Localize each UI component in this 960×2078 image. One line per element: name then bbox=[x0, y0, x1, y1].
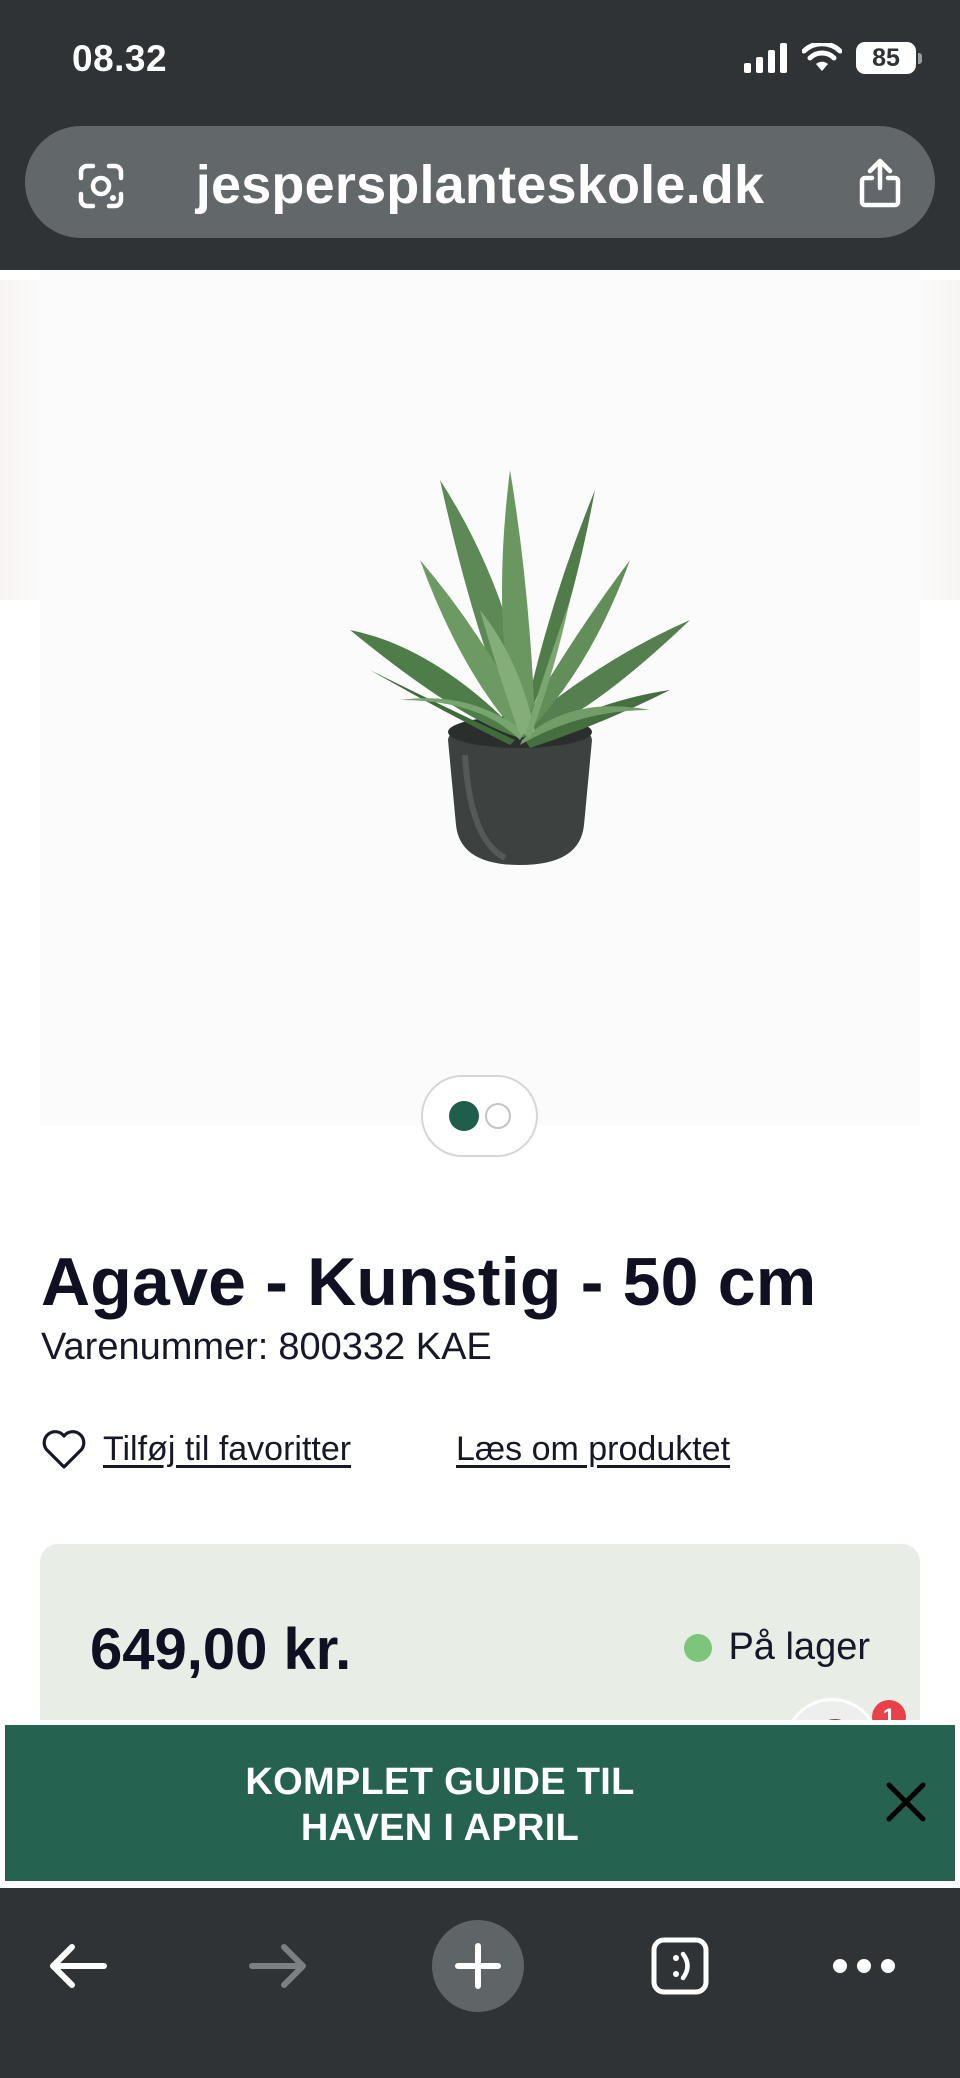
close-icon[interactable] bbox=[881, 1777, 931, 1827]
heart-icon bbox=[42, 1430, 86, 1469]
forward-arrow-icon bbox=[249, 1944, 306, 1988]
promo-banner[interactable]: KOMPLET GUIDE TIL HAVEN I APRIL bbox=[0, 1720, 960, 1888]
signal-icon bbox=[744, 43, 787, 73]
product-title: Agave - Kunstig - 50 cm bbox=[41, 1244, 817, 1320]
browser-top-chrome: 08.32 85 jespersplanteskole.dk bbox=[0, 0, 960, 270]
promo-line-2: HAVEN I APRIL bbox=[300, 1807, 580, 1849]
product-image-agave bbox=[350, 470, 690, 865]
promo-line-1: KOMPLET GUIDE TIL bbox=[245, 1761, 635, 1803]
stock-indicator-dot bbox=[684, 1633, 713, 1662]
tabs-icon bbox=[651, 1937, 709, 1995]
gallery-dot-active[interactable] bbox=[448, 1101, 479, 1131]
more-options-button[interactable] bbox=[816, 1918, 912, 2014]
read-about-product-link[interactable]: Læs om produktet bbox=[456, 1430, 730, 1469]
new-tab-button[interactable] bbox=[432, 1920, 524, 2012]
product-sku: Varenummer: 800332 KAE bbox=[41, 1326, 492, 1369]
promo-banner-inner[interactable]: KOMPLET GUIDE TIL HAVEN I APRIL bbox=[5, 1725, 955, 1881]
sku-value: 800332 KAE bbox=[278, 1326, 492, 1368]
product-image-frame[interactable] bbox=[40, 270, 920, 1125]
wifi-icon bbox=[802, 43, 842, 71]
sku-label: Varenummer: bbox=[41, 1326, 269, 1368]
browser-bottom-toolbar bbox=[0, 1888, 960, 2078]
gallery-edge-left bbox=[0, 280, 40, 600]
gallery-dot[interactable] bbox=[484, 1103, 511, 1129]
plus-icon bbox=[455, 1943, 501, 1989]
back-button[interactable] bbox=[30, 1918, 126, 2014]
status-icons: 85 bbox=[744, 42, 922, 74]
product-price: 649,00 kr. bbox=[90, 1617, 352, 1682]
share-icon[interactable] bbox=[857, 158, 903, 208]
url-text[interactable]: jespersplanteskole.dk bbox=[25, 154, 935, 216]
add-to-favorites-link[interactable]: Tilføj til favoritter bbox=[41, 1428, 351, 1470]
tabs-button[interactable] bbox=[632, 1918, 728, 2014]
more-icon bbox=[833, 1959, 895, 1973]
forward-button[interactable] bbox=[230, 1918, 326, 2014]
gallery-pagination bbox=[421, 1075, 538, 1157]
stock-status: På lager bbox=[684, 1626, 870, 1669]
battery-indicator: 85 bbox=[856, 42, 922, 74]
promo-text[interactable]: KOMPLET GUIDE TIL HAVEN I APRIL bbox=[5, 1759, 875, 1851]
back-arrow-icon bbox=[50, 1944, 107, 1988]
address-bar[interactable]: jespersplanteskole.dk bbox=[25, 126, 935, 238]
favorites-label[interactable]: Tilføj til favoritter bbox=[103, 1430, 351, 1469]
product-gallery[interactable] bbox=[0, 270, 960, 1150]
gallery-edge-right bbox=[920, 280, 960, 600]
stock-label: På lager bbox=[728, 1626, 870, 1668]
status-time: 08.32 bbox=[72, 38, 168, 79]
